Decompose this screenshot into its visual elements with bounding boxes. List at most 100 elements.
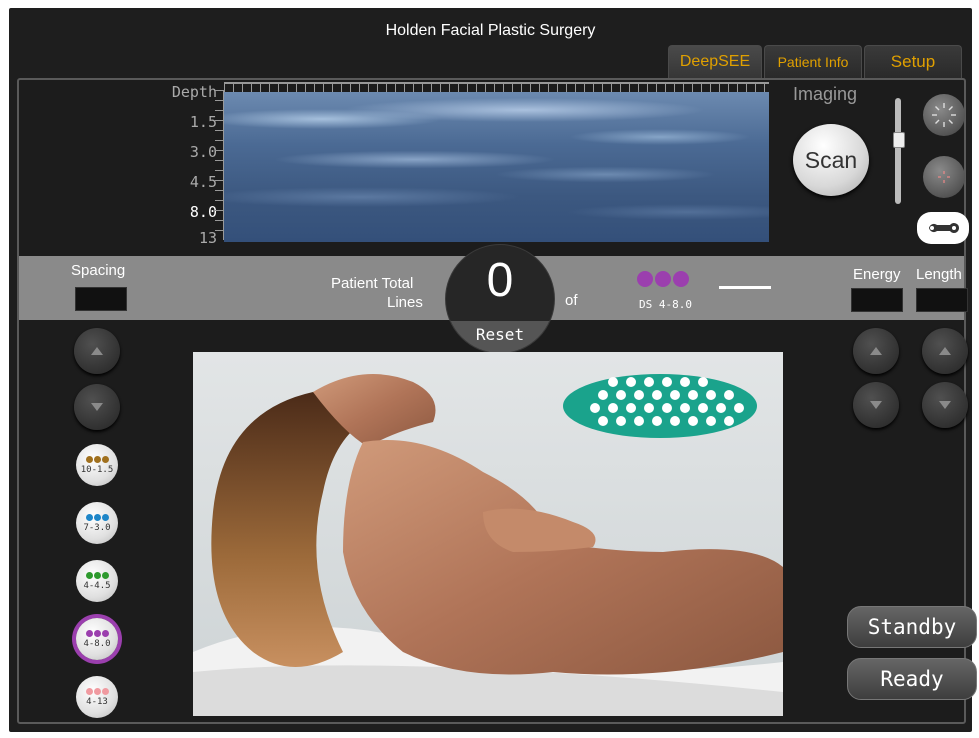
transducer-dots	[85, 687, 109, 695]
spacing-down-button[interactable]	[74, 384, 120, 430]
treatment-dot	[724, 416, 734, 426]
active-transducer-label: DS 4-8.0	[639, 298, 692, 311]
ready-button[interactable]: Ready	[847, 658, 977, 700]
lines-count: 0	[486, 254, 514, 307]
treatment-dot	[734, 403, 744, 413]
arrow-up-icon	[91, 347, 103, 355]
treatment-dot	[608, 403, 618, 413]
length-value	[916, 288, 968, 312]
treatment-dot	[724, 390, 734, 400]
transducer-dots	[85, 571, 109, 579]
main-panel: Depth 1.5 3.0 4.5 8.0 13 Imaging Scan Sp…	[17, 78, 977, 724]
energy-up-button[interactable]	[853, 328, 899, 374]
treatment-dot	[670, 390, 680, 400]
treatment-dot	[688, 416, 698, 426]
depth-ruler-top	[224, 82, 769, 92]
treatment-dot	[644, 403, 654, 413]
lines-total-value	[719, 286, 771, 289]
app-title: Holden Facial Plastic Surgery	[385, 22, 596, 39]
energy-down-button[interactable]	[853, 382, 899, 428]
transducer-dot	[637, 271, 653, 287]
transducer-label: 10-1.5	[80, 464, 114, 475]
length-label: Length	[916, 266, 962, 283]
treatment-dot	[662, 377, 672, 387]
treatment-dot	[626, 377, 636, 387]
treatment-dot	[644, 377, 654, 387]
sun-large-icon	[932, 103, 956, 127]
tab-bar: DeepSEE Patient Info Setup	[668, 45, 962, 78]
treatment-dot	[652, 390, 662, 400]
length-up-button[interactable]	[922, 328, 968, 374]
settings-button[interactable]	[917, 212, 969, 244]
arrow-down-icon	[939, 401, 951, 409]
standby-button[interactable]: Standby	[847, 606, 977, 648]
treatment-dot	[716, 403, 726, 413]
treatment-dot	[616, 416, 626, 426]
transducer-10-1-5-button[interactable]: 10-1.5	[76, 444, 118, 486]
treatment-dot	[634, 390, 644, 400]
sun-small-icon	[938, 171, 950, 183]
treatment-area-image	[193, 352, 783, 716]
treatment-dot	[680, 403, 690, 413]
arrow-down-icon	[91, 403, 103, 411]
depth-label-3-0[interactable]: 3.0	[157, 143, 217, 161]
depth-label-13[interactable]: 13	[157, 229, 217, 247]
energy-value	[851, 288, 903, 312]
line-counter: 0 Reset	[445, 244, 555, 354]
tab-patient-info[interactable]: Patient Info	[764, 45, 862, 78]
transducer-label: 4-8.0	[83, 638, 111, 649]
treatment-dot	[616, 390, 626, 400]
treatment-dot	[662, 403, 672, 413]
treatment-dot	[706, 390, 716, 400]
wrench-icon	[929, 223, 959, 233]
depth-label-4-5[interactable]: 4.5	[157, 173, 217, 191]
treatment-dot	[670, 416, 680, 426]
treatment-dot	[590, 403, 600, 413]
transducer-dot	[655, 271, 671, 287]
of-label: of	[565, 292, 578, 309]
energy-label: Energy	[853, 266, 901, 283]
treatment-dot	[698, 377, 708, 387]
transducer-indicator	[637, 271, 689, 287]
transducer-dot	[673, 271, 689, 287]
tab-setup[interactable]: Setup	[864, 45, 962, 78]
length-down-button[interactable]	[922, 382, 968, 428]
depth-label-1-5[interactable]: 1.5	[157, 113, 217, 131]
treatment-dot	[634, 416, 644, 426]
arrow-up-icon	[870, 347, 882, 355]
depth-label-8-0[interactable]: 8.0	[157, 203, 217, 221]
treatment-dot	[706, 416, 716, 426]
transducer-dots	[85, 455, 109, 463]
transducer-4-13-button[interactable]: 4-13	[76, 676, 118, 718]
transducer-dots	[85, 629, 109, 637]
app-window: Holden Facial Plastic Surgery DeepSEE Pa…	[9, 8, 977, 732]
patient-total-label: Patient Total	[331, 275, 414, 292]
ultrasound-image	[224, 92, 769, 242]
transducer-7-3-0-button[interactable]: 7-3.0	[76, 502, 118, 544]
arrow-up-icon	[939, 347, 951, 355]
gain-slider[interactable]	[895, 98, 901, 204]
treatment-dot	[608, 377, 618, 387]
depth-title: Depth	[171, 83, 217, 101]
treatment-dot	[598, 416, 608, 426]
transducer-label: 7-3.0	[83, 522, 111, 533]
treatment-dot	[652, 416, 662, 426]
brightness-up-button[interactable]	[923, 94, 965, 136]
spacing-up-button[interactable]	[74, 328, 120, 374]
brightness-down-button[interactable]	[923, 156, 965, 198]
reset-button[interactable]: Reset	[446, 321, 554, 353]
lines-label: Lines	[387, 294, 423, 311]
spacing-value	[75, 287, 127, 311]
arrow-down-icon	[870, 401, 882, 409]
transducer-4-4-5-button[interactable]: 4-4.5	[76, 560, 118, 602]
treatment-dot	[688, 390, 698, 400]
spacing-label: Spacing	[71, 262, 126, 279]
gain-slider-thumb[interactable]	[893, 132, 905, 148]
treatment-dot	[598, 390, 608, 400]
transducer-dots	[85, 513, 109, 521]
transducer-4-8-0-button[interactable]: 4-8.0	[76, 618, 118, 660]
scan-button[interactable]: Scan	[793, 124, 869, 196]
treatment-dot	[698, 403, 708, 413]
tab-deepsee[interactable]: DeepSEE	[668, 45, 762, 78]
transducer-label: 4-4.5	[83, 580, 111, 591]
